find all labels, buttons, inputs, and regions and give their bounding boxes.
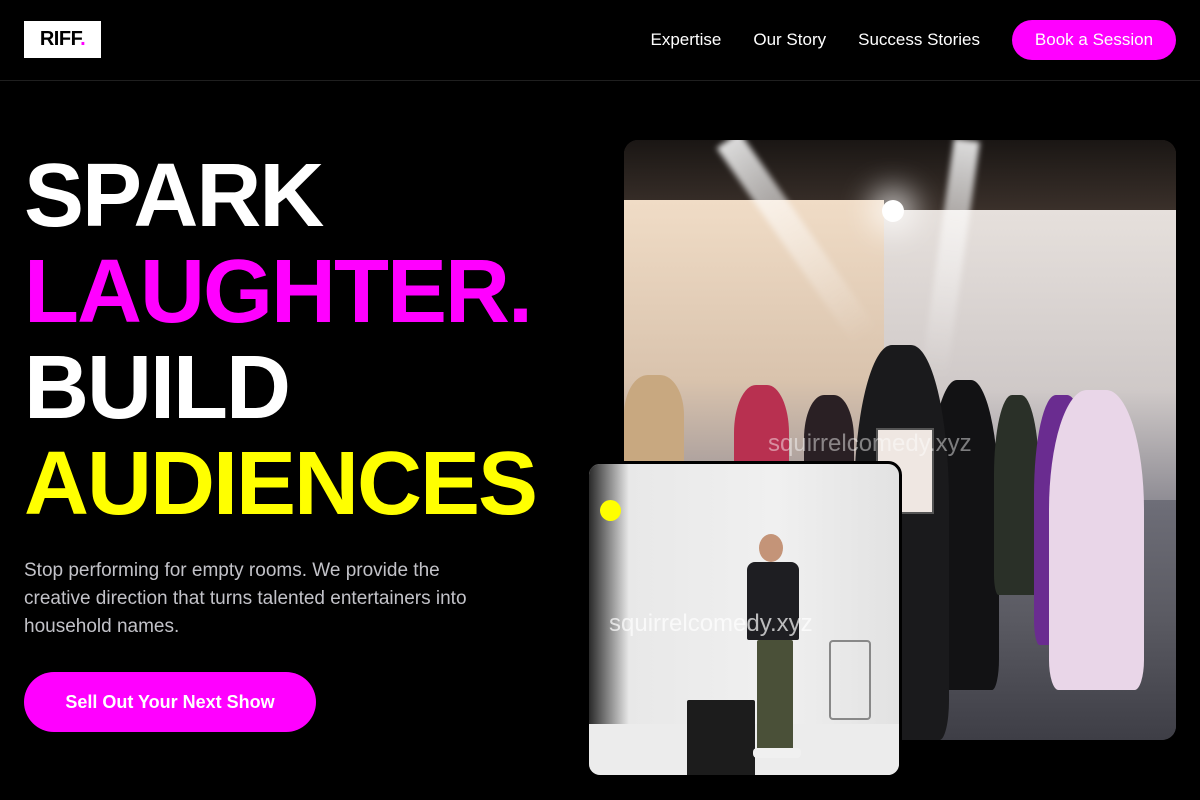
sell-out-show-button[interactable]: Sell Out Your Next Show bbox=[24, 672, 316, 732]
crowd-person bbox=[1049, 390, 1144, 690]
headline-period-dot bbox=[600, 500, 621, 521]
image-watermark: squirrelcomedy.xyz bbox=[609, 610, 813, 637]
performer-shoes bbox=[753, 748, 801, 758]
hero-photo-performer: squirrelcomedy.xyz bbox=[586, 461, 902, 778]
nav-link-expertise[interactable]: Expertise bbox=[650, 30, 721, 50]
performer-legs bbox=[757, 640, 793, 750]
site-header: RIFF. Expertise Our Story Success Storie… bbox=[0, 0, 1200, 81]
speaker-box bbox=[687, 700, 755, 775]
nav-link-success-stories[interactable]: Success Stories bbox=[858, 30, 980, 50]
headline-line-audiences: AUDIENCES bbox=[24, 434, 538, 534]
performer-head bbox=[759, 534, 783, 562]
headline-line-build: BUILD bbox=[24, 338, 291, 438]
logo-dot: . bbox=[80, 28, 86, 50]
crowd-person bbox=[624, 375, 684, 475]
book-session-button[interactable]: Book a Session bbox=[1012, 20, 1176, 60]
brand-logo[interactable]: RIFF. bbox=[24, 21, 101, 58]
image-watermark: squirrelcomedy.xyz bbox=[768, 430, 972, 457]
headline-line-spark: SPARK bbox=[24, 146, 324, 246]
wire-chair bbox=[829, 640, 871, 720]
crowd-person bbox=[994, 395, 1039, 595]
hero-headline: SPARK LAUGHTER. BUILD AUDIENCES bbox=[24, 146, 538, 534]
nav-link-our-story[interactable]: Our Story bbox=[753, 30, 826, 50]
logo-text: RIFF bbox=[39, 28, 81, 50]
main-nav: Expertise Our Story Success Stories Book… bbox=[650, 20, 1176, 60]
headline-line-laughter: LAUGHTER. bbox=[24, 242, 533, 342]
hero-subcopy: Stop performing for empty rooms. We prov… bbox=[24, 560, 467, 637]
spotlight-source bbox=[882, 200, 904, 222]
